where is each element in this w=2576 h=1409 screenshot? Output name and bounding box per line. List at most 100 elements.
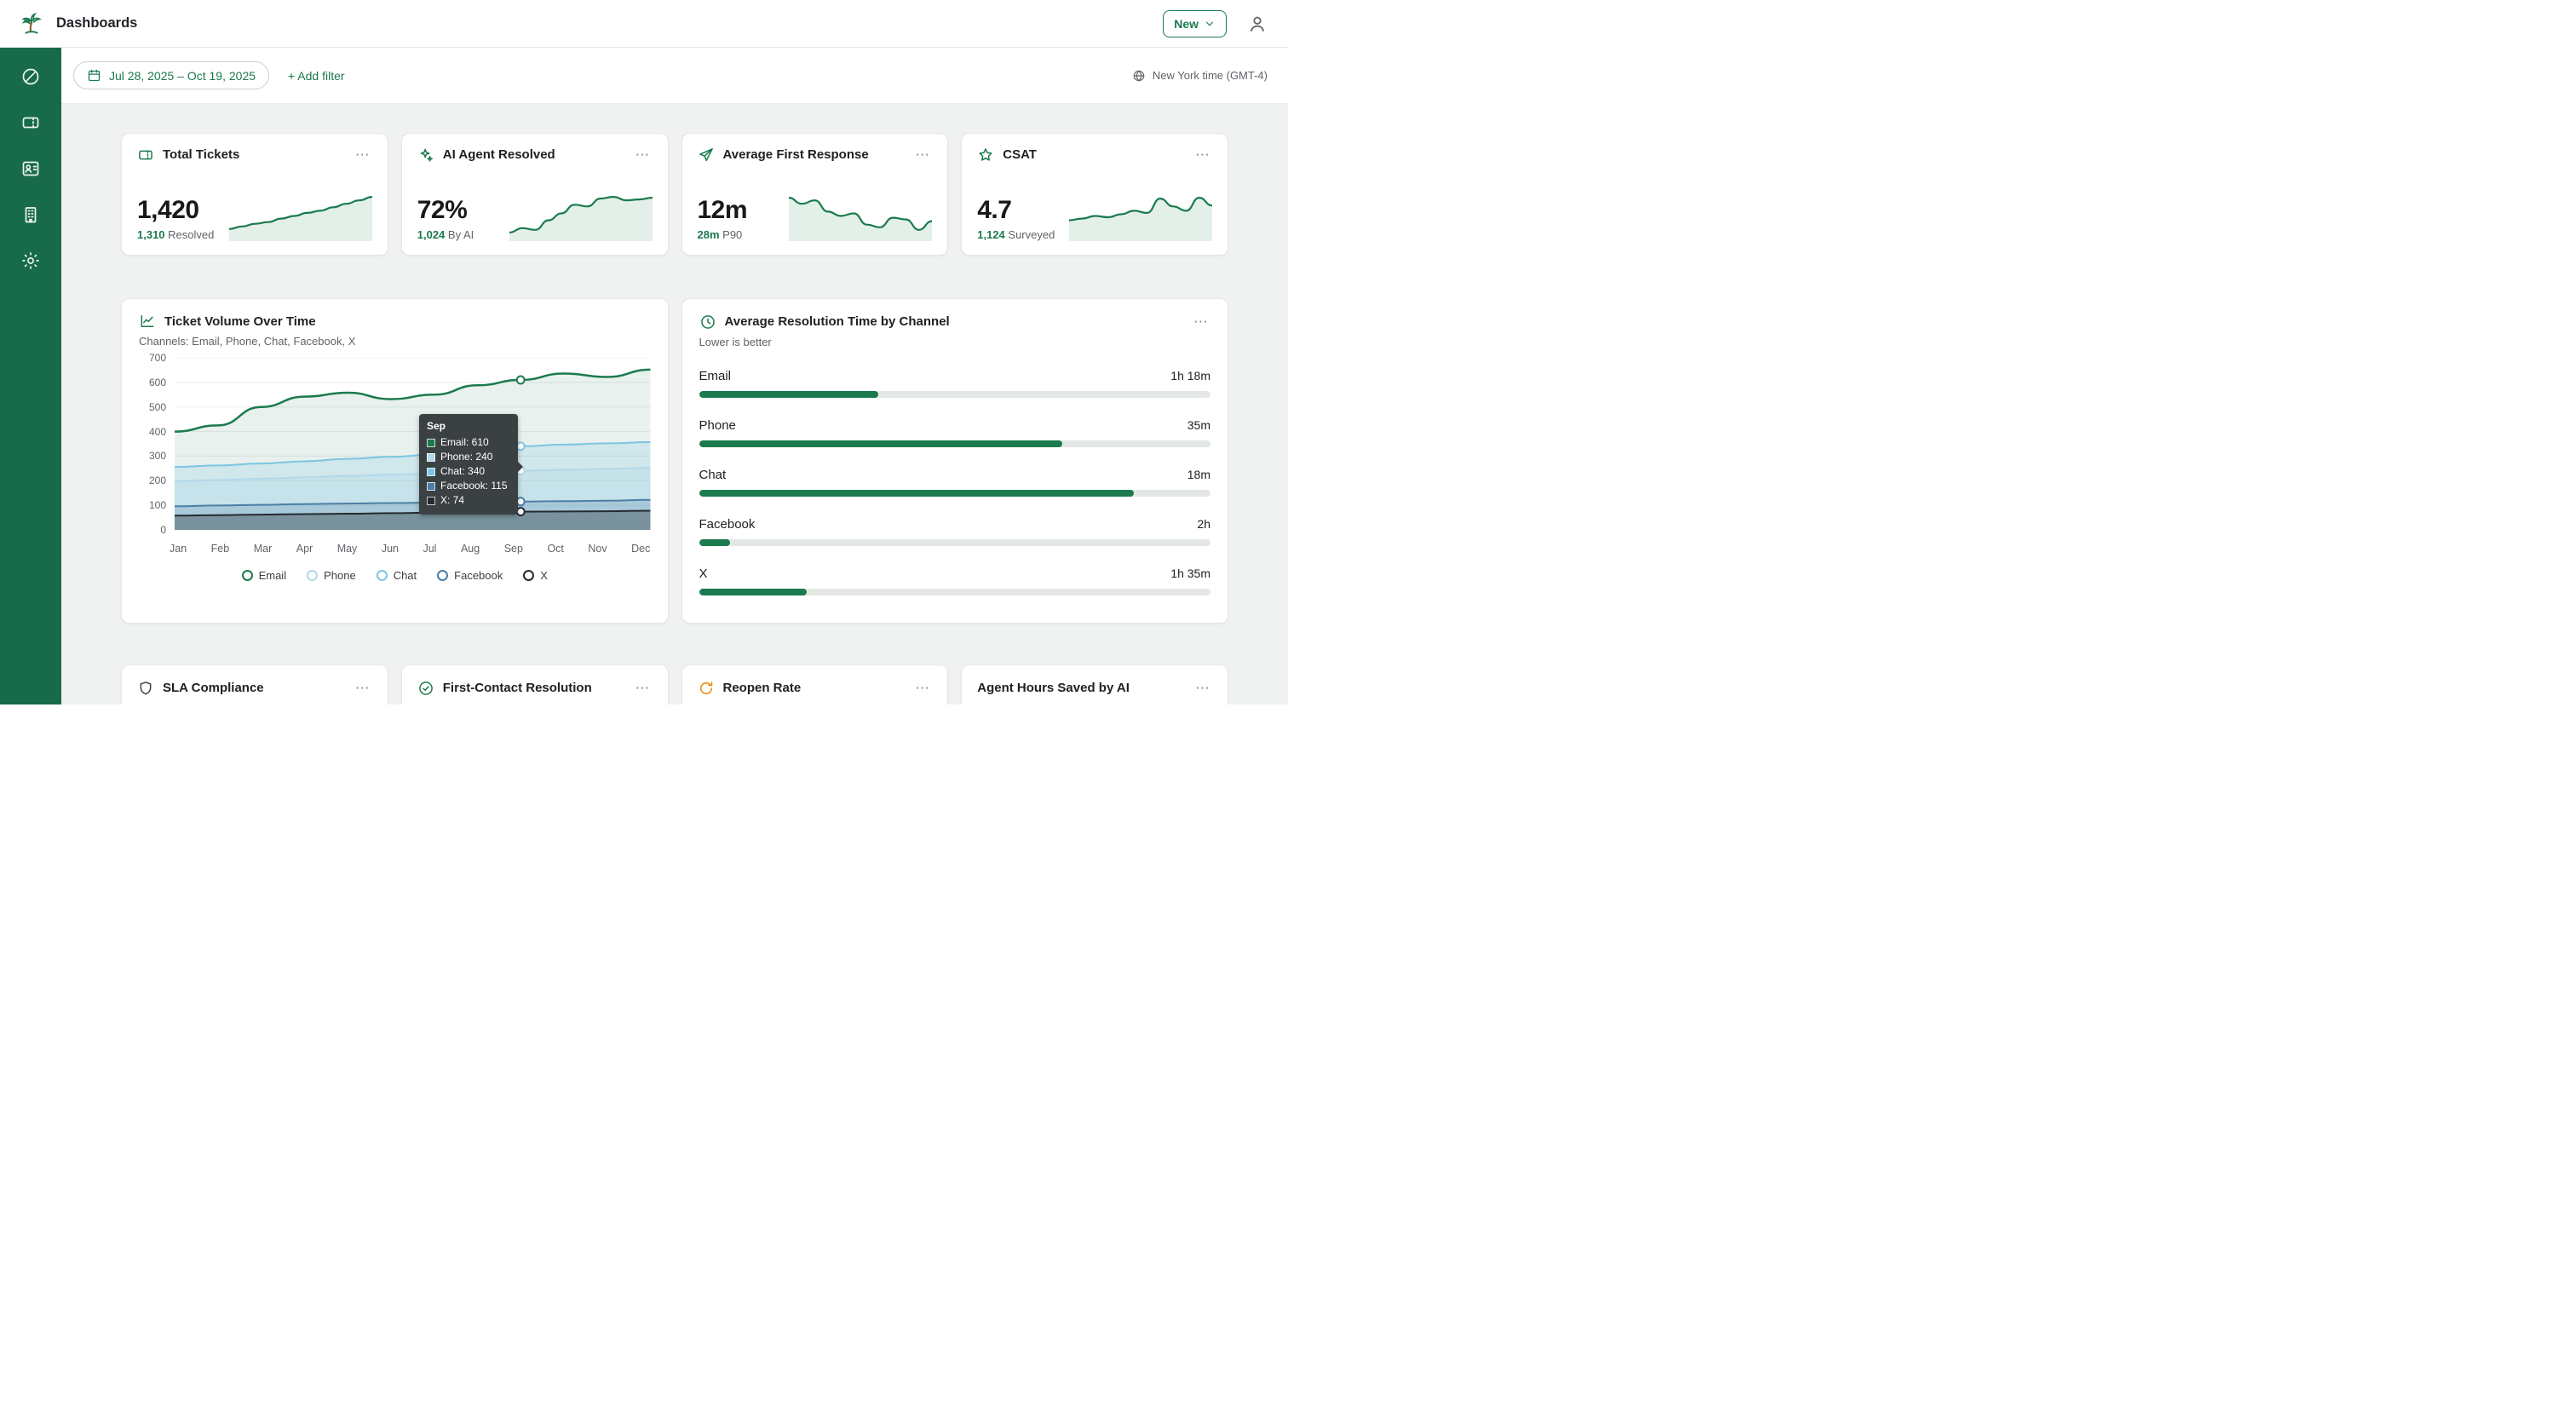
- globe-icon: [1132, 69, 1146, 83]
- person-icon: [1251, 16, 1264, 32]
- legend-item-x[interactable]: X: [523, 569, 548, 582]
- sparkles-icon: [417, 147, 434, 164]
- card-menu-button[interactable]: ⋯: [354, 679, 372, 697]
- kpi-card-total-tickets: Total Tickets ⋯ 1,420 1,310 Resolved: [121, 133, 388, 256]
- first-contact-resolution-card: First-Contact Resolution ⋯: [400, 664, 669, 704]
- x-axis-label: Dec: [631, 543, 651, 555]
- resolution-time: 1h 35m: [1170, 566, 1210, 580]
- timezone-label: New York time (GMT-4): [1152, 69, 1268, 82]
- sidebar: [0, 48, 61, 704]
- legend-swatch: [376, 570, 388, 581]
- tooltip-row: Phone: 240: [427, 450, 510, 464]
- check-circle-icon: [417, 680, 434, 697]
- x-axis-label: Jun: [381, 543, 399, 555]
- progress-track: [699, 440, 1210, 447]
- x-axis-label: Apr: [296, 543, 313, 555]
- x-axis-label: Nov: [588, 543, 607, 555]
- tooltip-swatch: [427, 452, 435, 462]
- resolution-time: 18m: [1187, 468, 1210, 481]
- main-content: Jul 28, 2025 – Oct 19, 2025 + Add filter…: [61, 48, 1288, 704]
- chart-subtitle: Channels: Email, Phone, Chat, Facebook, …: [139, 335, 356, 348]
- y-axis-label: 500: [148, 400, 166, 413]
- x-axis-label: Oct: [547, 543, 564, 555]
- legend-swatch: [437, 570, 449, 581]
- card-menu-button[interactable]: ⋯: [634, 679, 653, 697]
- y-axis-label: 400: [148, 425, 166, 438]
- legend-item-chat[interactable]: Chat: [376, 569, 417, 582]
- sla-compliance-card: SLA Compliance ⋯: [121, 664, 388, 704]
- ticket-icon[interactable]: [20, 112, 41, 133]
- tooltip-swatch: [427, 481, 435, 491]
- tooltip-row: Email: 610: [427, 435, 510, 450]
- x-axis-label: Mar: [253, 543, 273, 555]
- card-menu-button[interactable]: ⋯: [913, 679, 932, 697]
- y-axis-label: 200: [148, 474, 166, 487]
- card-menu-button[interactable]: ⋯: [354, 146, 372, 164]
- chevron-down-icon: [1204, 18, 1216, 30]
- kpi-subtext: 28m P90: [697, 228, 743, 241]
- resolution-row-chat: Chat 18m: [699, 468, 1210, 497]
- new-button[interactable]: New: [1163, 9, 1227, 37]
- y-axis: 700 600 500 400 300 200 100 0: [139, 351, 175, 537]
- x-axis-label: Aug: [460, 543, 480, 555]
- date-range-filter[interactable]: Jul 28, 2025 – Oct 19, 2025: [73, 61, 270, 89]
- progress-fill: [699, 440, 1062, 447]
- kpi-title: AI Agent Resolved: [442, 147, 555, 162]
- filter-bar: Jul 28, 2025 – Oct 19, 2025 + Add filter…: [61, 48, 1288, 104]
- kpi-subtext: 1,024 By AI: [417, 228, 474, 241]
- legend-swatch: [523, 570, 535, 581]
- organizations-icon[interactable]: [20, 204, 41, 225]
- volume-chart-plot[interactable]: Sep Email: 610 Phone: 240 Chat: 340 Face…: [175, 358, 651, 530]
- clock-icon: [699, 313, 716, 331]
- topbar-right: New: [1163, 9, 1268, 37]
- agent-hours-saved-card: Agent Hours Saved by AI ⋯: [961, 664, 1228, 704]
- x-axis-label: Sep: [503, 543, 523, 555]
- resolution-row-email: Email 1h 18m: [699, 369, 1210, 398]
- refresh-icon: [698, 680, 715, 697]
- kpi-sparkline: [509, 195, 653, 241]
- shield-icon: [137, 680, 154, 697]
- legend-swatch: [307, 570, 319, 581]
- tooltip-swatch: [427, 496, 435, 505]
- settings-gear-icon[interactable]: [20, 250, 41, 271]
- card-title: SLA Compliance: [163, 681, 264, 695]
- x-axis-label: Jan: [170, 543, 187, 555]
- tooltip-row: Facebook: 115: [427, 479, 510, 493]
- card-menu-button[interactable]: ⋯: [913, 146, 932, 164]
- user-menu-button[interactable]: [1247, 14, 1268, 34]
- add-filter-button[interactable]: + Add filter: [288, 69, 345, 83]
- progress-fill: [699, 391, 878, 398]
- contacts-icon[interactable]: [20, 158, 41, 179]
- card-menu-button[interactable]: ⋯: [1192, 313, 1210, 331]
- x-axis-label: May: [336, 543, 358, 555]
- kpi-value: 4.7: [977, 196, 1012, 224]
- kpi-sparkline: [1069, 196, 1212, 241]
- bottom-row: SLA Compliance ⋯ First-Contact Resolutio…: [121, 664, 1228, 704]
- ticket-volume-card: Ticket Volume Over Time Channels: Email,…: [121, 298, 669, 624]
- legend-item-facebook[interactable]: Facebook: [437, 569, 503, 582]
- resolution-row-phone: Phone 35m: [699, 418, 1210, 447]
- palm-tree-logo[interactable]: [19, 11, 44, 37]
- legend-item-email[interactable]: Email: [241, 569, 286, 582]
- progress-track: [699, 589, 1210, 595]
- card-menu-button[interactable]: ⋯: [634, 146, 653, 164]
- dashboard-body: Total Tickets ⋯ 1,420 1,310 Resolved AI …: [61, 104, 1288, 704]
- progress-track: [699, 490, 1210, 497]
- tooltip-swatch: [427, 467, 435, 476]
- paper-plane-icon: [698, 147, 715, 164]
- timezone-indicator[interactable]: New York time (GMT-4): [1132, 69, 1268, 83]
- resolution-time: 35m: [1187, 418, 1210, 432]
- volume-chart-svg: [175, 358, 651, 530]
- legend-item-phone[interactable]: Phone: [307, 569, 356, 582]
- kpi-subtext: 1,124 Surveyed: [977, 228, 1055, 241]
- resolution-time: 1h 18m: [1170, 369, 1210, 382]
- card-menu-button[interactable]: ⋯: [1193, 679, 1212, 697]
- line-chart-icon: [139, 313, 156, 330]
- reopen-rate-card: Reopen Rate ⋯: [681, 664, 949, 704]
- card-menu-button[interactable]: ⋯: [1193, 146, 1212, 164]
- brand: Dashboards: [19, 11, 137, 37]
- kpi-card-csat: CSAT ⋯ 4.7 1,124 Surveyed: [961, 133, 1228, 256]
- dashboard-icon[interactable]: [20, 66, 41, 87]
- tooltip-row: Chat: 340: [427, 464, 510, 479]
- kpi-value: 72%: [417, 196, 468, 224]
